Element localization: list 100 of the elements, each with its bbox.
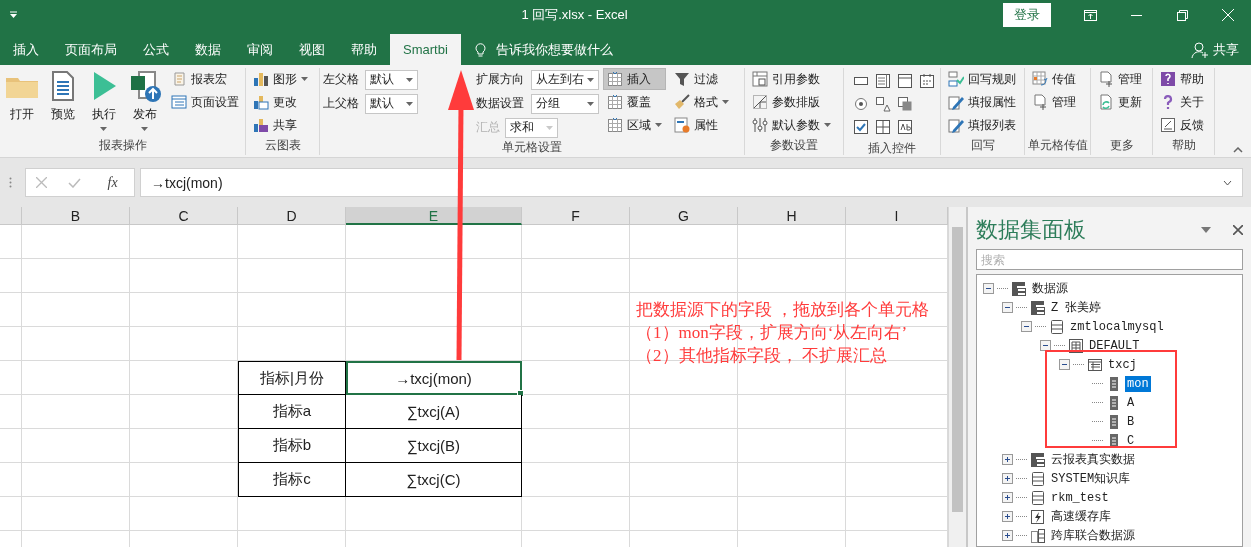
tell-me-search[interactable]: 告诉我你想要做什么	[495, 40, 613, 59]
tree-item[interactable]: DEFAULT	[1087, 337, 1142, 354]
radio-icon[interactable]	[853, 96, 869, 112]
grip-icon[interactable]	[8, 177, 12, 188]
text-frame-icon[interactable]	[897, 119, 913, 135]
ribbon-tab[interactable]: 帮助	[338, 34, 390, 65]
expand-icon[interactable]	[1223, 179, 1232, 186]
expand-toggle[interactable]	[1002, 511, 1013, 522]
ribbon-button[interactable]: 报表宏	[167, 68, 243, 90]
column-header[interactable]: G	[630, 207, 738, 225]
ribbon-tab[interactable]: 审阅	[234, 34, 286, 65]
column-header[interactable]: H	[738, 207, 846, 225]
ribbon-button[interactable]: 引用参数	[748, 68, 835, 90]
tree-item[interactable]: 跨库联合数据源	[1049, 526, 1137, 545]
ribbon-button[interactable]: 共享	[249, 114, 312, 136]
collapse-ribbon-icon[interactable]	[1233, 147, 1243, 153]
table-cell[interactable]: 指标b	[238, 429, 346, 463]
tiles-icon[interactable]	[875, 119, 891, 135]
check-icon[interactable]	[67, 177, 81, 188]
expand-toggle[interactable]	[1002, 492, 1013, 503]
table-cell[interactable]: 指标a	[238, 395, 346, 429]
table-cell[interactable]: ∑txcj(A)	[346, 395, 522, 429]
ribbon-button[interactable]: 发布	[126, 68, 163, 131]
ribbon-button[interactable]: 图形	[249, 68, 312, 90]
vertical-scrollbar[interactable]	[948, 207, 966, 547]
collapse-toggle[interactable]	[1002, 302, 1013, 313]
table-cell[interactable]: ∑txcj(B)	[346, 429, 522, 463]
list-icon[interactable]	[875, 73, 891, 89]
ribbon-button[interactable]: 传值	[1028, 68, 1080, 90]
tree-item[interactable]: mon	[1125, 375, 1151, 392]
table-cell[interactable]: ∑txcj(C)	[346, 463, 522, 497]
shapes-icon[interactable]	[875, 96, 891, 112]
table-cell[interactable]: 指标|月份	[238, 361, 346, 395]
share-button[interactable]: 共享	[1191, 34, 1239, 65]
dropdown-field[interactable]: 从左到右	[531, 69, 599, 90]
column-header[interactable]: B	[22, 207, 130, 225]
ribbon-button[interactable]: 属性	[670, 114, 733, 136]
collapse-toggle[interactable]	[1021, 321, 1032, 332]
dropdown-field[interactable]: 默认	[365, 93, 418, 114]
ribbon-button[interactable]: 参数排版	[748, 91, 835, 113]
expand-toggle[interactable]	[1002, 454, 1013, 465]
ribbon-tab[interactable]: 数据	[182, 34, 234, 65]
column-header[interactable]: I	[846, 207, 948, 225]
ribbon-button[interactable]: 帮助	[1156, 68, 1208, 90]
table-cell[interactable]: →txcj(mon)	[346, 361, 522, 395]
tree-item[interactable]: Z 张美婷	[1049, 298, 1104, 317]
tree-item[interactable]: 数据源	[1030, 279, 1070, 298]
expand-toggle[interactable]	[1002, 473, 1013, 484]
column-header[interactable]: F	[522, 207, 630, 225]
expand-toggle[interactable]	[1002, 530, 1013, 541]
checkbox-icon[interactable]	[853, 119, 869, 135]
ribbon-tab[interactable]: 插入	[0, 34, 52, 65]
tree-item[interactable]: txcj	[1106, 356, 1139, 373]
formula-input[interactable]: →txcj(mon)	[140, 168, 1243, 197]
ribbon-button[interactable]: 管理	[1094, 68, 1146, 90]
ribbon-button[interactable]: 关于	[1156, 91, 1208, 113]
column-header[interactable]: E	[346, 207, 522, 225]
tree-item[interactable]: rkm_test	[1049, 489, 1111, 506]
ribbon-button[interactable]: 区域	[603, 114, 666, 136]
tree-item[interactable]: SYSTEM知识库	[1049, 469, 1133, 488]
ribbon-button[interactable]: 页面设置	[167, 91, 243, 113]
dropdown-field[interactable]: 分组	[531, 93, 599, 114]
close-icon[interactable]	[1233, 225, 1243, 235]
ribbon-button[interactable]: 管理	[1028, 91, 1080, 113]
ribbon-button[interactable]: 回写规则	[944, 68, 1020, 90]
window-icon[interactable]	[897, 73, 913, 89]
ribbon-tab[interactable]: 视图	[286, 34, 338, 65]
ribbon-tab[interactable]: 公式	[130, 34, 182, 65]
search-field[interactable]: 搜索	[976, 249, 1243, 270]
tree-item[interactable]: C	[1125, 432, 1137, 449]
customize-toolbar-icon[interactable]	[8, 11, 18, 19]
ribbon-button[interactable]: 反馈	[1156, 114, 1208, 136]
ribbon-button[interactable]: 默认参数	[748, 114, 835, 136]
collapse-toggle[interactable]	[1059, 359, 1070, 370]
login-button[interactable]: 登录	[1003, 3, 1051, 27]
dropdown-field[interactable]: 默认	[365, 69, 418, 90]
ribbon-button[interactable]: 插入	[603, 68, 666, 90]
tree-item[interactable]: 高速缓存库	[1049, 507, 1113, 526]
column-header[interactable]: C	[130, 207, 238, 225]
ribbon-display-icon[interactable]	[1083, 9, 1097, 21]
calendar-icon[interactable]	[919, 73, 935, 89]
insert-function-button[interactable]: fx	[101, 173, 124, 192]
ribbon-button[interactable]: 填报列表	[944, 114, 1020, 136]
ribbon-button[interactable]: 更改	[249, 91, 312, 113]
dropdown-icon[interactable]	[1201, 227, 1211, 233]
collapse-toggle[interactable]	[1040, 340, 1051, 351]
ribbon-button[interactable]: 覆盖	[603, 91, 666, 113]
column-header[interactable]: D	[238, 207, 346, 225]
ribbon-tab[interactable]: 页面布局	[52, 34, 130, 65]
ribbon-button[interactable]: 更新	[1094, 91, 1146, 113]
tree-item[interactable]: 云报表真实数据	[1049, 450, 1137, 469]
ribbon-button[interactable]: 格式	[670, 91, 733, 113]
ribbon-button[interactable]: 过滤	[670, 68, 733, 90]
layers-icon[interactable]	[897, 96, 913, 112]
ribbon-button[interactable]: 预览	[44, 68, 81, 123]
tree-item[interactable]: A	[1125, 394, 1137, 411]
restore-icon[interactable]	[1176, 9, 1188, 21]
ribbon-button[interactable]: 执行	[85, 68, 122, 131]
table-cell[interactable]: 指标c	[238, 463, 346, 497]
collapse-toggle[interactable]	[983, 283, 994, 294]
